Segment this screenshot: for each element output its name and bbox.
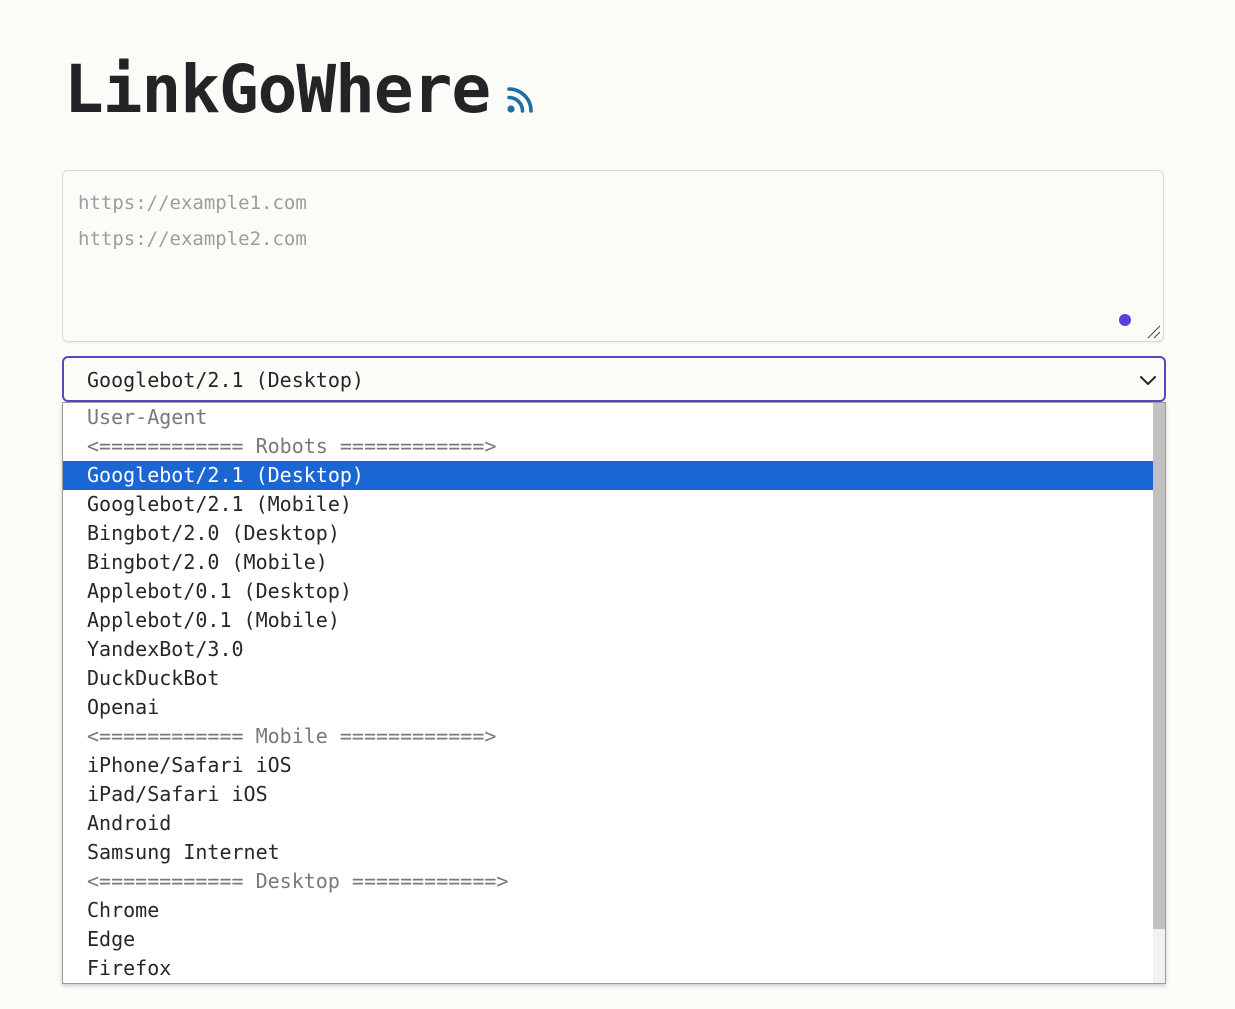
site-title: LinkGoWhere [64,51,491,128]
url-input[interactable]: https://example1.com https://example2.co… [62,170,1164,342]
status-dot-icon [1119,314,1131,326]
dropdown-option-selected[interactable]: Googlebot/2.1 (Desktop) [63,461,1153,490]
dropdown-option[interactable]: Chrome [63,896,1153,925]
dropdown-scrollbar-thumb[interactable] [1153,403,1165,929]
dropdown-option[interactable]: iPad/Safari iOS [63,780,1153,809]
chevron-down-icon [1140,376,1156,385]
dropdown-option[interactable]: User-Agent [63,403,1153,432]
dropdown-options: User-Agent <============ Robots =========… [63,403,1153,983]
dropdown-option[interactable]: Samsung Internet [63,838,1153,867]
dropdown-option[interactable]: Bingbot/2.0 (Desktop) [63,519,1153,548]
dropdown-option[interactable]: Openai [63,693,1153,722]
dropdown-option[interactable]: Googlebot/2.1 (Mobile) [63,490,1153,519]
dropdown-scrollbar[interactable] [1153,403,1165,983]
dropdown-option[interactable]: Applebot/0.1 (Mobile) [63,606,1153,635]
url-placeholder-line-1: https://example1.com [78,192,307,214]
dropdown-option[interactable]: <============ Desktop ============> [63,867,1153,896]
dropdown-option[interactable]: Edge [63,925,1153,954]
header: LinkGoWhere [64,50,536,130]
dropdown-option[interactable]: Applebot/0.1 (Desktop) [63,577,1153,606]
user-agent-selected-value: Googlebot/2.1 (Desktop) [87,368,364,392]
dropdown-option[interactable]: <============ Robots ============> [63,432,1153,461]
dropdown-option[interactable]: Firefox [63,954,1153,983]
dropdown-option[interactable]: iPhone/Safari iOS [63,751,1153,780]
dropdown-option[interactable]: DuckDuckBot [63,664,1153,693]
dropdown-option[interactable]: YandexBot/3.0 [63,635,1153,664]
url-placeholder-line-2: https://example2.com [78,228,307,250]
page: LinkGoWhere https://example1.com https:/… [0,0,1235,1009]
user-agent-dropdown-list[interactable]: User-Agent <============ Robots =========… [62,402,1166,984]
dropdown-option[interactable]: Bingbot/2.0 (Mobile) [63,548,1153,577]
rss-icon[interactable] [506,84,536,114]
dropdown-option[interactable]: <============ Mobile ============> [63,722,1153,751]
dropdown-option[interactable]: Android [63,809,1153,838]
user-agent-select[interactable]: Googlebot/2.1 (Desktop) [62,356,1166,402]
resize-handle-icon[interactable] [1145,323,1161,339]
